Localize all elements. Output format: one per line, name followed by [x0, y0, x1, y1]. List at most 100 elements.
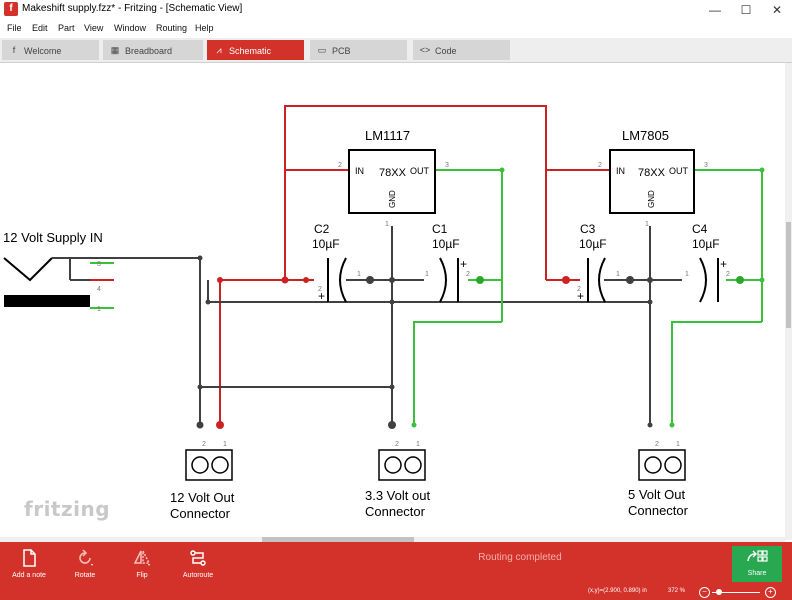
connector-label: 12 Volt Out: [170, 490, 235, 505]
tab-schematic[interactable]: ⩘ Schematic: [207, 40, 304, 60]
pin-number: 2: [577, 286, 581, 293]
fritzing-app-icon: f: [4, 2, 18, 16]
zoom-out-button[interactable]: −: [699, 587, 710, 598]
jack-pin-number: 3: [97, 261, 101, 268]
cursor-coordinates: (x,y)=(2.900, 0.890) in: [588, 588, 647, 594]
tab-code[interactable]: <> Code: [413, 40, 510, 60]
capacitor-c4[interactable]: C4 10µF + 1 2: [685, 222, 730, 303]
connector-label: Connector: [365, 504, 426, 519]
add-note-button[interactable]: Add a note: [4, 546, 54, 584]
tab-pcb[interactable]: ▭ PCB: [310, 40, 407, 60]
pin-gnd-label: GND: [647, 190, 656, 208]
polarity-plus: +: [720, 257, 727, 271]
jack-pin-number: 1: [97, 306, 101, 313]
note-icon: [23, 549, 36, 567]
connector-3v3[interactable]: 2 1 3.3 Volt out Connector: [365, 441, 430, 519]
pcb-icon: ▭: [317, 45, 327, 55]
jack-barrel: [4, 295, 90, 307]
vertical-scrollbar-thumb[interactable]: [786, 222, 791, 328]
connector-label: Connector: [170, 506, 231, 521]
pin-number: 2: [598, 162, 602, 169]
pin-out-label: OUT: [669, 166, 689, 176]
resistor-icon: ⩘: [216, 45, 222, 55]
capacitor-c1[interactable]: C1 10µF + 1 2: [425, 222, 470, 303]
pin-number: 2: [466, 271, 470, 278]
connector-label: 5 Volt Out: [628, 487, 685, 502]
status-bar: (x,y)=(2.900, 0.890) in 372 % − +: [0, 586, 792, 600]
pin-number: 1: [425, 271, 429, 278]
tab-welcome[interactable]: f Welcome: [2, 40, 99, 60]
pin-number: 3: [445, 162, 449, 169]
share-icon: [747, 550, 768, 562]
autoroute-label: Autoroute: [182, 572, 214, 579]
schematic-drawing[interactable]: 12 Volt Supply IN 3 4 1 LM1117 78XX IN O…: [0, 63, 785, 540]
capacitor-value: 10µF: [692, 237, 720, 251]
pin-number: 2: [338, 162, 342, 169]
tab-label: PCB: [332, 46, 351, 56]
tab-label: Breadboard: [125, 46, 173, 56]
supply-label: 12 Volt Supply IN: [3, 230, 103, 245]
capacitor-value: 10µF: [579, 237, 607, 251]
jack-pin-number: 4: [97, 286, 101, 293]
regulator-name: LM7805: [622, 128, 669, 143]
menu-help[interactable]: Help: [195, 23, 214, 33]
pin-number: 1: [223, 441, 227, 448]
add-note-label: Add a note: [12, 572, 46, 579]
fritzing-icon: f: [12, 45, 16, 55]
flip-button[interactable]: Flip: [117, 546, 167, 584]
pin-number: 2: [202, 441, 206, 448]
ground-wires[interactable]: [69, 226, 682, 425]
menu-window[interactable]: Window: [114, 23, 146, 33]
breadboard-icon: ▦: [110, 45, 120, 55]
share-label: Share: [747, 570, 767, 577]
menu-part[interactable]: Part: [58, 23, 75, 33]
connector-label: Connector: [628, 503, 689, 518]
pin-number: 2: [318, 286, 322, 293]
pin-number: 3: [704, 162, 708, 169]
capacitor-c2[interactable]: C2 10µF + 2 1: [312, 222, 361, 303]
minimize-button[interactable]: —: [700, 0, 730, 20]
menu-edit[interactable]: Edit: [32, 23, 48, 33]
regulator-lm7805[interactable]: LM7805 78XX IN OUT GND 2 3 1: [598, 128, 708, 228]
regulator-body-label: 78XX: [638, 167, 666, 179]
flip-icon: [133, 550, 151, 566]
capacitor-value: 10µF: [312, 237, 340, 251]
pin-number: 2: [655, 441, 659, 448]
rotate-button[interactable]: Rotate: [60, 546, 110, 584]
connector-label: 3.3 Volt out: [365, 488, 430, 503]
pin-number: 1: [676, 441, 680, 448]
connector-5v[interactable]: 2 1 5 Volt Out Connector: [628, 441, 689, 518]
flip-label: Flip: [136, 572, 148, 579]
capacitor-name: C2: [314, 222, 330, 236]
autoroute-button[interactable]: Autoroute: [173, 546, 223, 584]
routing-status: Routing completed: [478, 552, 562, 563]
menu-view[interactable]: View: [84, 23, 103, 33]
connector-12v[interactable]: 2 1 12 Volt Out Connector: [170, 441, 235, 521]
pin-number: 2: [726, 271, 730, 278]
maximize-button[interactable]: ☐: [731, 0, 761, 20]
capacitor-c3[interactable]: C3 10µF + 2 1: [577, 222, 620, 303]
dc-jack[interactable]: 12 Volt Supply IN 3 4 1: [3, 230, 103, 313]
title-bar: f Makeshift supply.fzz* - Fritzing - [Sc…: [0, 0, 792, 20]
view-tab-bar: f Welcome ▦ Breadboard ⩘ Schematic ▭ PCB…: [0, 38, 792, 63]
share-button[interactable]: Share: [732, 546, 782, 582]
regulator-lm1117[interactable]: LM1117 78XX IN OUT GND 2 3 1: [338, 128, 449, 228]
pin-gnd-label: GND: [388, 190, 397, 208]
pin-out-label: OUT: [410, 166, 430, 176]
pin-number: 1: [357, 271, 361, 278]
menu-bar: File Edit Part View Window Routing Help: [0, 20, 792, 38]
pin-in-label: IN: [616, 166, 625, 176]
tab-label: Code: [435, 46, 457, 56]
close-button[interactable]: ✕: [762, 0, 792, 20]
menu-file[interactable]: File: [7, 23, 22, 33]
zoom-in-button[interactable]: +: [765, 587, 776, 598]
schematic-canvas[interactable]: 12 Volt Supply IN 3 4 1 LM1117 78XX IN O…: [0, 63, 785, 540]
pin-number: 1: [416, 441, 420, 448]
pin-number: 1: [685, 271, 689, 278]
regulator-body-label: 78XX: [379, 167, 407, 179]
tab-breadboard[interactable]: ▦ Breadboard: [103, 40, 203, 60]
pin-in-label: IN: [355, 166, 364, 176]
menu-routing[interactable]: Routing: [156, 23, 187, 33]
pin-number: 2: [395, 441, 399, 448]
zoom-slider-handle[interactable]: [716, 589, 722, 595]
